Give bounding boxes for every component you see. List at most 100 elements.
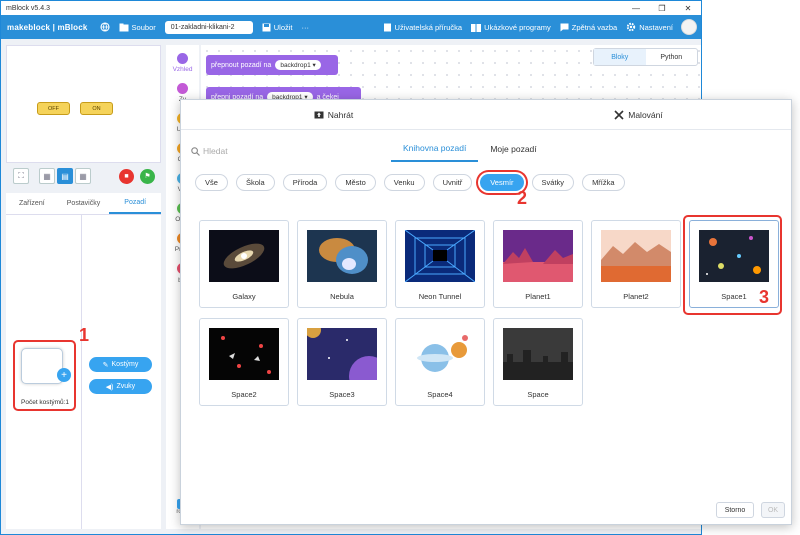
settings-menu[interactable]: Nastavení	[626, 22, 673, 32]
filter-chip[interactable]: Vše	[195, 174, 228, 191]
avatar[interactable]	[681, 19, 697, 35]
filter-chip[interactable]: Svátky	[531, 174, 575, 191]
grid-stage-icon[interactable]: ▦	[75, 168, 91, 184]
sounds-button[interactable]: ◀) Zvuky	[89, 379, 152, 394]
backdrop-card[interactable]: Space4	[395, 318, 485, 406]
guide-icon	[383, 23, 391, 31]
topbar-right: Uživatelská příručka Ukázkové programy Z…	[374, 15, 697, 39]
block-switch-backdrop[interactable]: přepnout pozadí na backdrop1 ▾	[206, 55, 338, 75]
ok-button[interactable]: OK	[761, 502, 785, 518]
category-label: Vzhled	[172, 66, 193, 73]
backdrop-name: Nebula	[330, 292, 354, 301]
annotation-number-1: 1	[79, 325, 90, 345]
search-icon	[191, 146, 200, 156]
tab-devices[interactable]: Zařízení	[6, 193, 58, 214]
more-menu[interactable]: ···	[302, 23, 310, 32]
feedback-link[interactable]: Zpětná vazba	[560, 23, 617, 32]
tab-backdrops[interactable]: Pozadí	[109, 193, 162, 214]
cancel-button[interactable]: Storno	[716, 502, 754, 518]
paint-label: Malování	[628, 109, 663, 120]
title-bar: mBlock v5.4.3 — ❐ ✕	[1, 1, 701, 15]
filter-chip[interactable]: Příroda	[282, 174, 328, 191]
settings-label: Nastavení	[639, 22, 673, 32]
stage-area[interactable]: OFF ON	[6, 45, 161, 163]
annotation-number-2: 2	[517, 188, 528, 208]
project-name-input[interactable]: 01-zakladni-klikani-2	[164, 20, 253, 34]
save-label: Uložit	[273, 22, 293, 32]
backdrop-thumbnail-image	[405, 328, 475, 380]
tab-my-backdrops[interactable]: Moje pozadí	[478, 136, 548, 162]
search-input[interactable]: Hledat	[191, 146, 228, 156]
backdrop-thumbnail-image	[405, 230, 475, 282]
sprite-panel-tabs: Zařízení Postavičky Pozadí	[6, 193, 162, 215]
normal-stage-icon[interactable]: ▤	[57, 168, 73, 184]
minimize-button[interactable]: —	[623, 1, 649, 15]
backdrop-thumbnail-image	[307, 230, 377, 282]
filter-chip[interactable]: Mřížka	[582, 174, 625, 191]
off-sprite-button[interactable]: OFF	[37, 102, 70, 115]
backdrop-name: Space2	[231, 390, 257, 399]
feedback-label: Zpětná vazba	[571, 22, 618, 32]
fullscreen-icon[interactable]: ⛶	[13, 168, 29, 184]
backdrop-card[interactable]: Neon Tunnel	[395, 220, 485, 308]
backdrop-thumbnail-image	[209, 230, 279, 282]
library-tabs: Knihovna pozadí Moje pozadí	[391, 136, 549, 162]
block-dropdown[interactable]: backdrop1 ▾	[275, 60, 321, 70]
backdrop-thumbnail-image	[601, 230, 671, 282]
backdrop-card[interactable]: Planet1	[493, 220, 583, 308]
backdrop-card[interactable]: Galaxy	[199, 220, 289, 308]
tab-python[interactable]: Python	[646, 49, 698, 65]
tab-backdrop-library[interactable]: Knihovna pozadí	[391, 136, 479, 162]
costumes-button[interactable]: ✎ Kostýmy	[89, 357, 152, 372]
close-button[interactable]: ✕	[675, 1, 701, 15]
file-menu[interactable]: Soubor	[119, 23, 156, 32]
on-sprite-button[interactable]: ON	[80, 102, 113, 115]
panel-divider	[81, 215, 82, 529]
annotation-box-1	[13, 340, 76, 411]
project-name-wrap: 01-zakladni-klikani-2	[164, 20, 253, 34]
backdrop-card[interactable]: Space2	[199, 318, 289, 406]
costumes-label: Kostýmy	[111, 361, 139, 368]
backdrop-thumbnail-image	[307, 328, 377, 380]
filter-chip[interactable]: Město	[335, 174, 376, 191]
window-title: mBlock v5.4.3	[6, 4, 50, 12]
tab-sprites[interactable]: Postavičky	[58, 193, 110, 214]
stop-icon[interactable]: ■	[119, 168, 134, 184]
backdrop-thumbnail-image	[503, 328, 573, 380]
paint-button[interactable]: Malování	[486, 100, 791, 129]
green-flag-icon[interactable]: ⚑	[140, 168, 155, 184]
examples-link[interactable]: Ukázkové programy	[471, 23, 551, 32]
book-icon	[471, 23, 482, 32]
language-icon[interactable]	[99, 22, 110, 32]
backdrop-thumbnail-image	[209, 328, 279, 380]
save-button[interactable]: Uložit	[262, 23, 293, 32]
category-dot-icon	[177, 83, 188, 94]
block-text: přepnout pozadí na	[211, 61, 272, 69]
filter-chip[interactable]: Venku	[383, 174, 425, 191]
backdrop-card[interactable]: Nebula	[297, 220, 387, 308]
feedback-icon	[560, 23, 569, 31]
backdrop-card[interactable]: Space3	[297, 318, 387, 406]
speaker-icon: ◀)	[105, 383, 114, 391]
user-guide-label: Uživatelská příručka	[394, 22, 463, 32]
filter-chip[interactable]: Škola	[235, 174, 275, 191]
user-guide-link[interactable]: Uživatelská příručka	[383, 22, 463, 32]
file-menu-label: Soubor	[131, 22, 156, 32]
category-item[interactable]: Vzhled	[166, 53, 199, 73]
small-stage-icon[interactable]: ▦	[39, 168, 55, 184]
maximize-button[interactable]: ❐	[649, 1, 675, 15]
backdrop-card[interactable]: Planet2	[591, 220, 681, 308]
category-filters: Vše Škola Příroda Město Venku Uvnitř Vesmír Svá…	[195, 174, 625, 191]
upload-button[interactable]: Nahrát	[181, 100, 486, 129]
backdrop-card[interactable]: Space	[493, 318, 583, 406]
backdrop-name: Galaxy	[232, 292, 256, 301]
backdrop-name: Space3	[329, 390, 355, 399]
stage-toolbar: ⛶ ▦ ▤ ▦ ■ ⚑	[6, 166, 161, 186]
tab-blocks[interactable]: Bloky	[594, 49, 646, 65]
brush-icon: ✎	[102, 361, 109, 369]
top-menu-bar: makeblock | mBlock Soubor 01-zakladni-kl…	[1, 15, 701, 39]
backdrop-name: Neon Tunnel	[418, 292, 462, 301]
search-placeholder: Hledat	[203, 146, 228, 156]
filter-chip[interactable]: Uvnitř	[432, 174, 473, 191]
code-mode-tabs: Bloky Python	[593, 48, 698, 66]
